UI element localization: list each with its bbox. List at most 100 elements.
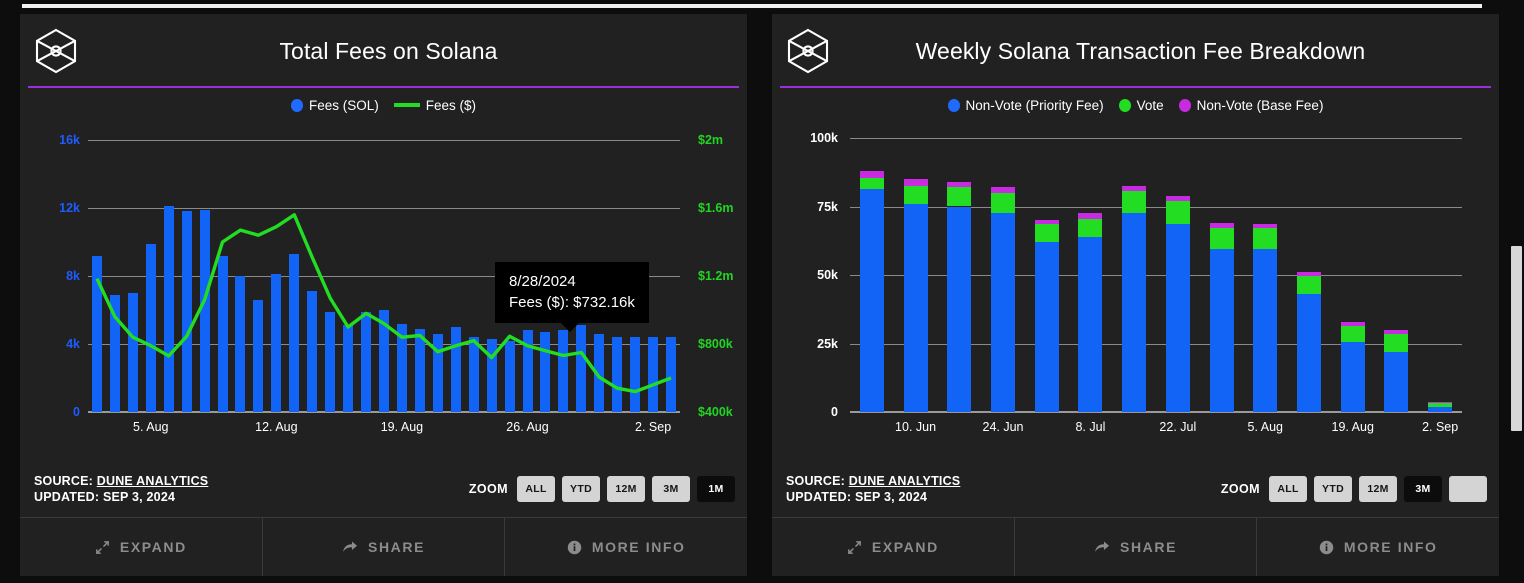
expand-button[interactable]: EXPAND xyxy=(772,518,1014,576)
chart-bar-segment[interactable] xyxy=(1340,321,1365,326)
legend-item-vote[interactable]: Vote xyxy=(1118,98,1164,113)
zoom-button-1m[interactable]: 1M xyxy=(697,476,735,502)
chart-bar[interactable] xyxy=(522,330,533,412)
chart-bar-segment[interactable] xyxy=(991,187,1015,193)
chart-bar[interactable] xyxy=(217,255,228,412)
share-button[interactable]: SHARE xyxy=(1013,518,1257,576)
chart-bar-segment[interactable] xyxy=(1428,402,1453,407)
chart-bar-segment[interactable] xyxy=(1253,228,1278,249)
chart-bar-segment[interactable] xyxy=(1078,218,1103,237)
chart-bar[interactable] xyxy=(612,337,623,412)
chart-bar[interactable] xyxy=(558,330,569,412)
chart-plot-area-left[interactable]: 0 4k 8k 12k 16k $400k $800k $1.2m $1.6m $2m 5. Aug… xyxy=(20,122,747,461)
chart-bar-segment[interactable] xyxy=(1165,201,1190,225)
chart-bar-segment[interactable] xyxy=(1165,224,1190,412)
expand-button[interactable]: EXPAND xyxy=(20,518,262,576)
chart-bar-segment[interactable] xyxy=(991,213,1015,412)
chart-bar-segment[interactable] xyxy=(903,185,928,204)
chart-bar-segment[interactable] xyxy=(1384,351,1409,412)
chart-bar-segment[interactable] xyxy=(1165,195,1190,201)
chart-bar[interactable] xyxy=(666,337,677,412)
legend-item-fees-usd[interactable]: Fees ($) xyxy=(393,98,476,113)
chart-bar[interactable] xyxy=(307,291,318,412)
chart-bar[interactable] xyxy=(271,274,282,412)
chart-bar-segment[interactable] xyxy=(1253,224,1278,229)
zoom-button-ytd[interactable]: YTD xyxy=(562,476,600,502)
zoom-button-3m[interactable]: 3M xyxy=(652,476,690,502)
chart-bar[interactable] xyxy=(163,206,174,412)
chart-bar-segment[interactable] xyxy=(1340,342,1365,412)
chart-bar-segment[interactable] xyxy=(1428,401,1453,403)
chart-bar[interactable] xyxy=(594,333,605,412)
chart-bar[interactable] xyxy=(181,211,192,412)
chart-bar[interactable] xyxy=(648,337,659,412)
chart-bar-segment[interactable] xyxy=(947,181,972,188)
zoom-button-all[interactable]: ALL xyxy=(1269,476,1307,502)
chart-bar-segment[interactable] xyxy=(859,170,884,178)
more-info-button[interactable]: MORE INFO xyxy=(1256,518,1499,576)
chart-bar[interactable] xyxy=(432,333,443,412)
chart-bar-segment[interactable] xyxy=(947,187,972,207)
chart-bar[interactable] xyxy=(199,209,210,412)
chart-bar[interactable] xyxy=(127,293,138,412)
chart-bar[interactable] xyxy=(396,323,407,412)
chart-bar[interactable] xyxy=(504,340,515,412)
share-button[interactable]: SHARE xyxy=(261,518,505,576)
zoom-button-12m[interactable]: 12M xyxy=(1359,476,1397,502)
chart-bar-segment[interactable] xyxy=(1209,228,1234,249)
chart-bar-segment[interactable] xyxy=(1253,248,1278,412)
chart-bar-segment[interactable] xyxy=(1122,213,1147,412)
chart-bar-segment[interactable] xyxy=(1384,329,1409,334)
chart-bar[interactable] xyxy=(253,299,264,412)
legend-item-non-vote-base-fee[interactable]: Non-Vote (Base Fee) xyxy=(1178,98,1323,113)
chart-bar[interactable] xyxy=(576,325,587,412)
page-scrollbar[interactable] xyxy=(1511,246,1522,431)
source-link[interactable]: DUNE ANALYTICS xyxy=(97,474,209,488)
chart-bar[interactable] xyxy=(361,311,372,412)
chart-bar-segment[interactable] xyxy=(1428,406,1453,412)
chart-bar[interactable] xyxy=(630,337,641,412)
chart-bar[interactable] xyxy=(145,243,156,412)
zoom-button-3m[interactable]: 3M xyxy=(1404,476,1442,502)
chart-bar-segment[interactable] xyxy=(1209,248,1234,412)
zoom-button-all[interactable]: ALL xyxy=(517,476,555,502)
chart-bar-segment[interactable] xyxy=(1122,191,1147,214)
chart-plot-area-right[interactable]: 0 25k 50k 75k 100k 10. Jun 24. Jun 8. Jul 22. Ju… xyxy=(772,122,1499,461)
chart-bar-segment[interactable] xyxy=(1340,325,1365,343)
chart-bar[interactable] xyxy=(379,310,389,412)
chart-bar-segment[interactable] xyxy=(1034,242,1059,412)
chart-bar[interactable] xyxy=(450,327,461,412)
chart-bar-segment[interactable] xyxy=(1034,224,1059,243)
chart-bar[interactable] xyxy=(235,276,246,412)
legend-item-non-vote-priority-fee[interactable]: Non-Vote (Priority Fee) xyxy=(947,98,1104,113)
chart-bar-segment[interactable] xyxy=(1034,220,1059,225)
chart-bar-segment[interactable] xyxy=(1209,222,1234,229)
chart-bar[interactable] xyxy=(414,328,425,412)
chart-bar[interactable] xyxy=(343,325,354,412)
chart-bar-segment[interactable] xyxy=(859,177,884,189)
zoom-button-ytd[interactable]: YTD xyxy=(1314,476,1352,502)
chart-bar-segment[interactable] xyxy=(947,206,972,412)
chart-bar[interactable] xyxy=(325,311,336,412)
chart-bar[interactable] xyxy=(486,338,497,412)
more-info-button[interactable]: MORE INFO xyxy=(504,518,747,576)
zoom-button-1m[interactable] xyxy=(1449,476,1487,502)
chart-bar-segment[interactable] xyxy=(1078,213,1103,219)
chart-bar-segment[interactable] xyxy=(991,192,1015,214)
chart-bar-segment[interactable] xyxy=(1297,294,1321,412)
chart-bar-segment[interactable] xyxy=(1297,272,1321,277)
chart-bar-segment[interactable] xyxy=(1122,185,1147,192)
chart-bar-segment[interactable] xyxy=(1297,276,1321,295)
chart-bar-segment[interactable] xyxy=(1078,236,1103,412)
legend-item-fees-sol[interactable]: Fees (SOL) xyxy=(290,98,379,113)
chart-bar-segment[interactable] xyxy=(1384,333,1409,352)
chart-bar[interactable] xyxy=(468,337,479,412)
chart-bar[interactable] xyxy=(289,253,300,412)
chart-bar-segment[interactable] xyxy=(903,179,928,186)
chart-bar-segment[interactable] xyxy=(903,203,928,412)
chart-bar-segment[interactable] xyxy=(859,188,884,412)
zoom-button-12m[interactable]: 12M xyxy=(607,476,645,502)
chart-bar[interactable] xyxy=(91,255,102,412)
chart-bar[interactable] xyxy=(540,332,551,412)
chart-bar[interactable] xyxy=(109,294,120,412)
